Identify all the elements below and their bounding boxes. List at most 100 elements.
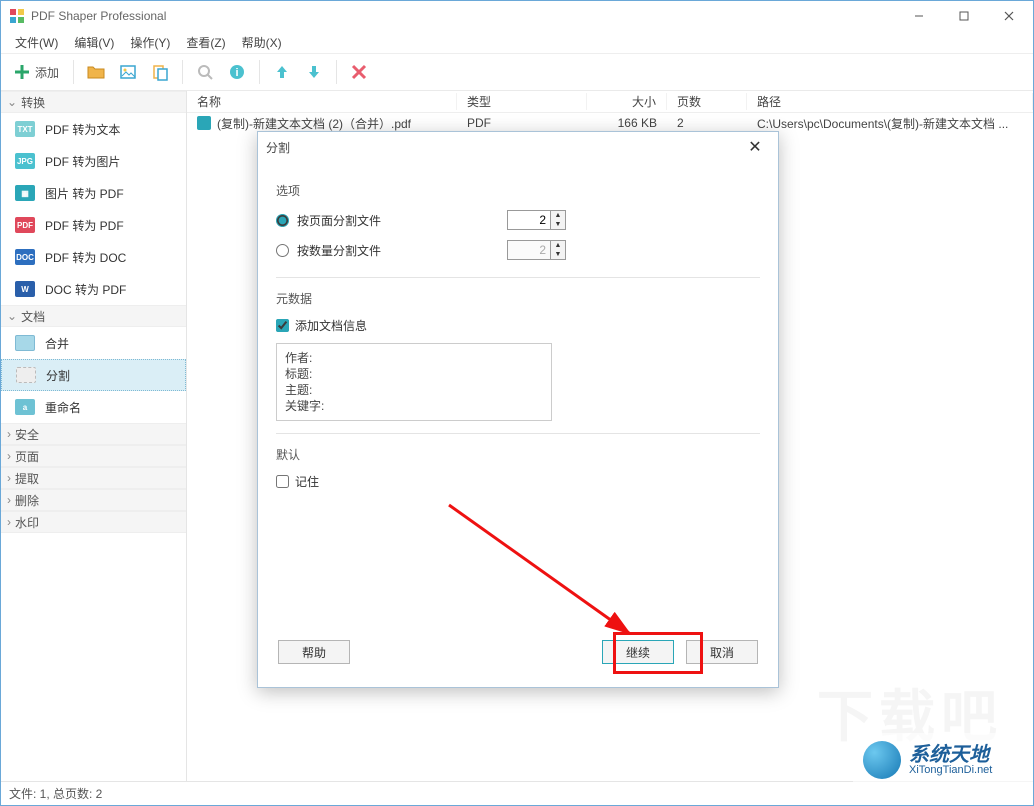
options-label: 选项 <box>276 182 760 199</box>
menubar: 文件(W) 编辑(V) 操作(Y) 查看(Z) 帮助(X) <box>1 31 1033 53</box>
chevron-right-icon: › <box>7 515 11 529</box>
minimize-button[interactable] <box>896 2 941 31</box>
radio-by-count-label: 按数量分割文件 <box>297 242 381 259</box>
list-row[interactable]: (复制)-新建文本文档 (2)（合并）.pdf PDF 166 KB 2 C:\… <box>187 113 1033 133</box>
chevron-right-icon: › <box>7 427 11 441</box>
plus-icon <box>13 63 31 81</box>
sidebar-item-merge[interactable]: 合并 <box>1 327 186 359</box>
up-button[interactable] <box>268 58 296 86</box>
sidebar-section-delete[interactable]: ›删除 <box>1 489 186 511</box>
cancel-button[interactable]: 取消 <box>686 640 758 664</box>
col-size[interactable]: 大小 <box>587 93 667 110</box>
meta-title: 标题: <box>285 366 543 382</box>
dialog-title: 分割 <box>266 139 290 156</box>
sidebar-section-security[interactable]: ›安全 <box>1 423 186 445</box>
close-button[interactable] <box>986 2 1031 31</box>
radio-by-page[interactable] <box>276 214 289 227</box>
paste-icon <box>151 63 169 81</box>
delete-button[interactable] <box>345 58 373 86</box>
rename-icon: a <box>15 399 35 415</box>
info-button[interactable]: i <box>223 58 251 86</box>
metadata-box[interactable]: 作者: 标题: 主题: 关键字: <box>276 343 552 421</box>
separator <box>182 60 183 84</box>
metadata-label: 元数据 <box>276 290 760 307</box>
img-icon: ▦ <box>15 185 35 201</box>
sidebar-item-image-to-pdf[interactable]: ▦图片 转为 PDF <box>1 177 186 209</box>
split-dialog: 分割 ✕ 选项 按页面分割文件 ▲▼ 按数量分割文件 ▲▼ <box>257 131 779 688</box>
globe-icon <box>863 741 901 779</box>
sidebar-item-rename[interactable]: a重命名 <box>1 391 186 423</box>
sidebar-item-pdf-to-image[interactable]: JPGPDF 转为图片 <box>1 145 186 177</box>
merge-icon <box>15 335 35 351</box>
add-label: 添加 <box>35 64 59 81</box>
sidebar-section-convert[interactable]: ⌄转换 <box>1 91 186 113</box>
col-name[interactable]: 名称 <box>187 93 457 110</box>
sidebar-item-pdf-to-text[interactable]: TXTPDF 转为文本 <box>1 113 186 145</box>
add-button[interactable]: 添加 <box>7 58 65 86</box>
maximize-button[interactable] <box>941 2 986 31</box>
down-button[interactable] <box>300 58 328 86</box>
check-remember-label: 记住 <box>295 473 319 490</box>
search-button[interactable] <box>191 58 219 86</box>
meta-subject: 主题: <box>285 382 543 398</box>
separator <box>259 60 260 84</box>
check-add-meta[interactable] <box>276 319 289 332</box>
sidebar-section-page[interactable]: ›页面 <box>1 445 186 467</box>
continue-button[interactable]: 继续 <box>602 640 674 664</box>
spin-up-icon[interactable]: ▲ <box>551 241 565 250</box>
folder-button[interactable] <box>82 58 110 86</box>
spin-down-icon[interactable]: ▼ <box>551 250 565 259</box>
chevron-right-icon: › <box>7 493 11 507</box>
check-add-meta-label: 添加文档信息 <box>295 317 367 334</box>
check-remember[interactable] <box>276 475 289 488</box>
menu-help[interactable]: 帮助(X) <box>234 32 290 53</box>
menu-action[interactable]: 操作(Y) <box>122 32 178 53</box>
meta-keywords: 关键字: <box>285 398 543 414</box>
chevron-down-icon: ⌄ <box>7 95 17 109</box>
separator <box>73 60 74 84</box>
arrow-down-icon <box>305 63 323 81</box>
sidebar-section-document[interactable]: ⌄文档 <box>1 305 186 327</box>
help-button[interactable]: 帮助 <box>278 640 350 664</box>
word-icon: W <box>15 281 35 297</box>
col-type[interactable]: 类型 <box>457 93 587 110</box>
sidebar: ⌄转换 TXTPDF 转为文本 JPGPDF 转为图片 ▦图片 转为 PDF P… <box>1 91 187 781</box>
file-type: PDF <box>457 116 587 130</box>
txt-icon: TXT <box>15 121 35 137</box>
doc-icon: DOC <box>15 249 35 265</box>
file-name: (复制)-新建文本文档 (2)（合并）.pdf <box>217 115 411 132</box>
file-pages: 2 <box>667 116 747 130</box>
spin-up-icon[interactable]: ▲ <box>551 211 565 220</box>
default-label: 默认 <box>276 446 760 463</box>
radio-by-count[interactable] <box>276 244 289 257</box>
image-icon <box>119 63 137 81</box>
sidebar-item-doc-to-pdf[interactable]: WDOC 转为 PDF <box>1 273 186 305</box>
chevron-right-icon: › <box>7 471 11 485</box>
dialog-close-button[interactable]: ✕ <box>740 134 770 160</box>
sidebar-item-split[interactable]: 分割 <box>1 359 186 391</box>
split-icon <box>16 367 36 383</box>
arrow-up-icon <box>273 63 291 81</box>
folder-icon <box>86 63 106 81</box>
spin-down-icon[interactable]: ▼ <box>551 220 565 229</box>
menu-view[interactable]: 查看(Z) <box>178 32 233 53</box>
list-header: 名称 类型 大小 页数 路径 <box>187 91 1033 113</box>
by-count-value[interactable] <box>507 240 551 260</box>
watermark-cn: 系统天地 <box>909 745 992 765</box>
separator <box>336 60 337 84</box>
by-page-value[interactable] <box>507 210 551 230</box>
sidebar-item-pdf-to-pdf[interactable]: PDFPDF 转为 PDF <box>1 209 186 241</box>
sidebar-section-watermark[interactable]: ›水印 <box>1 511 186 533</box>
paste-button[interactable] <box>146 58 174 86</box>
info-icon: i <box>228 63 246 81</box>
sidebar-section-extract[interactable]: ›提取 <box>1 467 186 489</box>
menu-file[interactable]: 文件(W) <box>7 32 66 53</box>
col-pages[interactable]: 页数 <box>667 93 747 110</box>
pdf-icon: PDF <box>15 217 35 233</box>
file-path: C:\Users\pc\Documents\(复制)-新建文本文档 ... <box>747 115 1033 132</box>
file-size: 166 KB <box>587 116 667 130</box>
image-button[interactable] <box>114 58 142 86</box>
col-path[interactable]: 路径 <box>747 93 1033 110</box>
menu-edit[interactable]: 编辑(V) <box>66 32 122 53</box>
sidebar-item-pdf-to-doc[interactable]: DOCPDF 转为 DOC <box>1 241 186 273</box>
